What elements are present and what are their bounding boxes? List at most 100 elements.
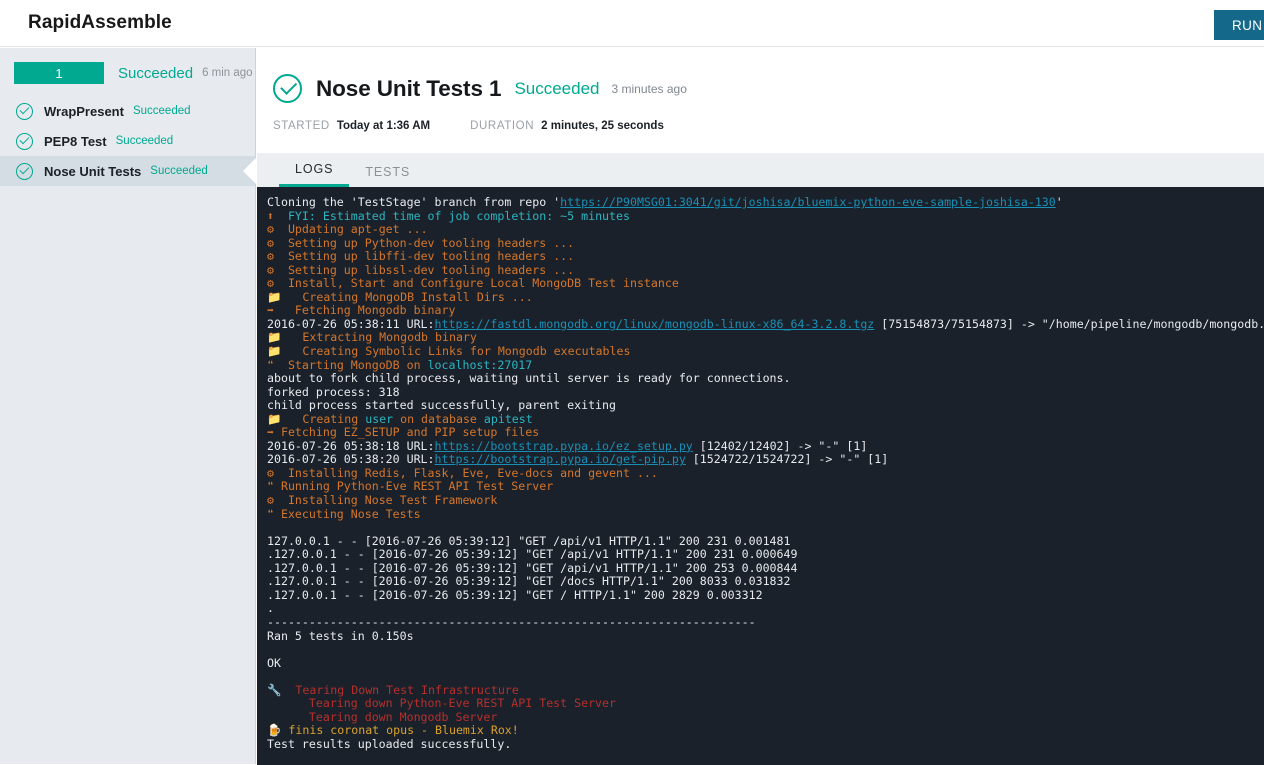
log-text: [75154873/75154873] -> "/home/pipeline/m… <box>874 317 1264 331</box>
check-circle-icon <box>273 74 302 103</box>
build-number-badge[interactable]: 1 <box>14 62 104 84</box>
sidebar-item-wrappresent[interactable]: WrapPresent Succeeded <box>0 96 255 126</box>
log-text: about to fork child process, waiting unt… <box>267 371 791 385</box>
log-text: 📁 <box>267 290 302 304</box>
log-line: .127.0.0.1 - - [2016-07-26 05:39:12] "GE… <box>267 562 1264 576</box>
log-line: 🍺 finis coronat opus - Bluemix Rox! <box>267 724 1264 738</box>
log-text: ' <box>1056 195 1063 209</box>
log-line: child process started successfully, pare… <box>267 399 1264 413</box>
log-line: . <box>267 602 1264 616</box>
log-text: [12402/12402] -> "-" [1] <box>693 439 868 453</box>
log-text: Updating apt-get ... <box>288 222 428 236</box>
log-text: Creating <box>302 412 365 426</box>
build-time: 6 min ago <box>202 67 253 79</box>
log-line: ⚙ Updating apt-get ... <box>267 223 1264 237</box>
log-line: ----------------------------------------… <box>267 616 1264 630</box>
build-number: 1 <box>55 66 62 81</box>
log-line: 2016-07-26 05:38:20 URL:https://bootstra… <box>267 453 1264 467</box>
log-text: on database <box>393 412 484 426</box>
log-line <box>267 521 1264 535</box>
main-panel: Nose Unit Tests 1 Succeeded 3 minutes ag… <box>257 48 1264 764</box>
log-line: Tearing down Mongodb Server <box>267 711 1264 725</box>
log-text: Installing Nose Test Framework <box>288 493 497 507</box>
log-text: ⚙ <box>267 276 288 290</box>
started-label: STARTED <box>273 120 330 132</box>
log-text: forked process: 318 <box>267 385 400 399</box>
check-circle-icon <box>16 163 33 180</box>
app-brand: RapidAssemble <box>28 12 172 34</box>
log-line: ⚙ Setting up Python-dev tooling headers … <box>267 237 1264 251</box>
log-line: Cloning the 'TestStage' branch from repo… <box>267 196 1264 210</box>
duration-value: 2 minutes, 25 seconds <box>541 120 664 132</box>
log-line: ➡ Fetching Mongodb binary <box>267 304 1264 318</box>
log-line: ⚙ Setting up libffi-dev tooling headers … <box>267 250 1264 264</box>
run-button[interactable]: RUN <box>1214 10 1264 40</box>
log-text: 2016-07-26 05:38:20 URL: <box>267 452 435 466</box>
log-text: Fetching Mongodb binary <box>295 303 456 317</box>
log-text: 📁 <box>267 330 302 344</box>
log-text: ⚙ <box>267 466 288 480</box>
log-text: localhost:27017 <box>428 358 533 372</box>
log-line: 2016-07-26 05:38:18 URL:https://bootstra… <box>267 440 1264 454</box>
log-text: Fetching EZ_SETUP and PIP setup files <box>281 425 539 439</box>
check-circle-icon <box>16 133 33 150</box>
build-summary-row[interactable]: 1 Succeeded 6 min ago <box>0 48 255 96</box>
log-text: .127.0.0.1 - - [2016-07-26 05:39:12] "GE… <box>267 547 797 561</box>
log-line <box>267 751 1264 765</box>
log-line: 2016-07-26 05:38:11 URL:https://fastdl.m… <box>267 318 1264 332</box>
log-link[interactable]: https://bootstrap.pypa.io/get-pip.py <box>435 452 686 466</box>
log-text: 📁 <box>267 412 302 426</box>
job-relative-time: 3 minutes ago <box>612 82 687 96</box>
log-text: .127.0.0.1 - - [2016-07-26 05:39:12] "GE… <box>267 588 763 602</box>
log-text: ⚙ <box>267 263 288 277</box>
log-text: Setting up libssl-dev tooling headers ..… <box>288 263 574 277</box>
log-link[interactable]: https://fastdl.mongodb.org/linux/mongodb… <box>435 317 875 331</box>
tab-logs[interactable]: LOGS <box>279 162 349 187</box>
log-text: 2016-07-26 05:38:11 URL: <box>267 317 435 331</box>
log-text: finis coronat opus - Bluemix Rox! <box>288 723 518 737</box>
tab-tests[interactable]: TESTS <box>349 165 426 187</box>
log-line: ⚙ Installing Nose Test Framework <box>267 494 1264 508</box>
sidebar-item-label: Nose Unit Tests <box>44 164 141 179</box>
top-bar: RapidAssemble <box>0 0 1264 47</box>
sidebar-item-label: WrapPresent <box>44 104 124 119</box>
log-text: ⚙ <box>267 236 288 250</box>
log-line <box>267 670 1264 684</box>
sidebar-item-nose-unit-tests[interactable]: Nose Unit TestsSucceeded <box>0 156 255 186</box>
log-line: OK <box>267 657 1264 671</box>
log-text: Starting MongoDB on <box>288 358 428 372</box>
log-line: ⬆ FYI: Estimated time of job completion:… <box>267 210 1264 224</box>
log-line: ➡ Fetching EZ_SETUP and PIP setup files <box>267 426 1264 440</box>
log-text: .127.0.0.1 - - [2016-07-26 05:39:12] "GE… <box>267 574 791 588</box>
log-text: Creating Symbolic Links for Mongodb exec… <box>302 344 630 358</box>
log-line <box>267 643 1264 657</box>
log-link[interactable]: https://P90MSG01:3041/git/joshisa/bluemi… <box>560 195 1056 209</box>
log-line: ⚙ Setting up libssl-dev tooling headers … <box>267 264 1264 278</box>
log-link[interactable]: https://bootstrap.pypa.io/ez_setup.py <box>435 439 693 453</box>
log-text: apitest <box>484 412 533 426</box>
log-line: .127.0.0.1 - - [2016-07-26 05:39:12] "GE… <box>267 575 1264 589</box>
log-text: ⚙ <box>267 493 288 507</box>
log-text: ❝ <box>267 507 281 521</box>
log-line: Ran 5 tests in 0.150s <box>267 630 1264 644</box>
log-text: Setting up libffi-dev tooling headers ..… <box>288 249 574 263</box>
log-text: user <box>365 412 393 426</box>
log-line: 📁 Extracting Mongodb binary <box>267 331 1264 345</box>
log-line: ❝ Running Python-Eve REST API Test Serve… <box>267 480 1264 494</box>
log-line: ⚙ Installing Redis, Flask, Eve, Eve-docs… <box>267 467 1264 481</box>
log-console[interactable]: Cloning the 'TestStage' branch from repo… <box>257 187 1264 765</box>
started-value: Today at 1:36 AM <box>337 120 430 132</box>
log-text: 📁 <box>267 344 302 358</box>
log-text: ➡ <box>267 303 295 317</box>
log-text: OK <box>267 656 281 670</box>
log-line: ❝ Starting MongoDB on localhost:27017 <box>267 359 1264 373</box>
log-line: 127.0.0.1 - - [2016-07-26 05:39:12] "GET… <box>267 535 1264 549</box>
log-text: Cloning the 'TestStage' branch from repo… <box>267 195 560 209</box>
log-line: ⚙ Install, Start and Configure Local Mon… <box>267 277 1264 291</box>
log-text: 2016-07-26 05:38:18 URL: <box>267 439 435 453</box>
log-text: FYI: Estimated time of job completion: ~… <box>288 209 630 223</box>
log-text: Install, Start and Configure Local Mongo… <box>288 276 679 290</box>
sidebar-item-status: Succeeded <box>133 105 191 117</box>
sidebar-item-pep8-test[interactable]: PEP8 TestSucceeded <box>0 126 255 156</box>
sidebar: 1 Succeeded 6 min ago WrapPresent Succeed… <box>0 48 256 764</box>
